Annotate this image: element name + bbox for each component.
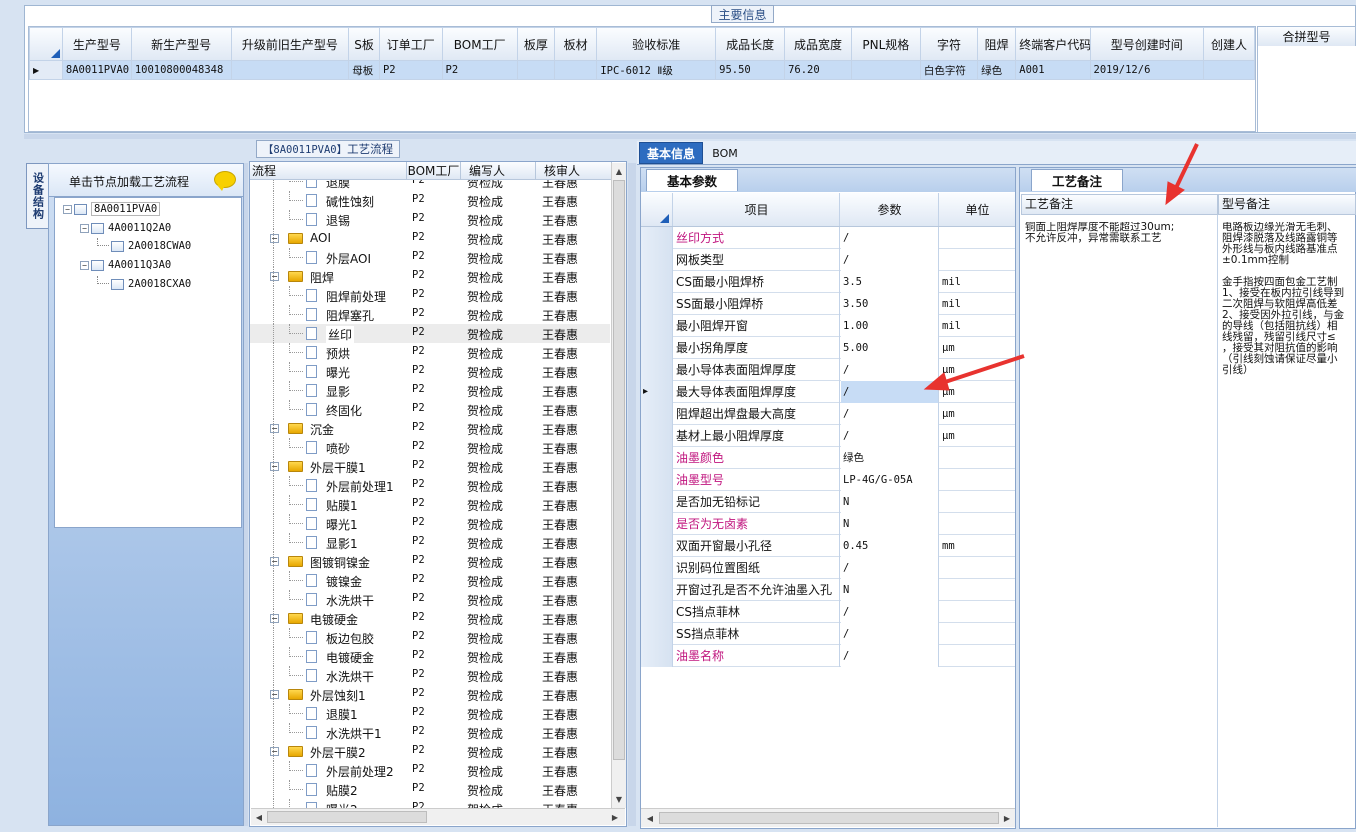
arrow-param-shaft: [941, 354, 1025, 385]
arrow-param-head: [923, 372, 950, 391]
arrow-notes-shaft: [1173, 143, 1199, 191]
annotation-arrows: [923, 143, 1199, 391]
arrow-notes-head: [1165, 181, 1185, 206]
